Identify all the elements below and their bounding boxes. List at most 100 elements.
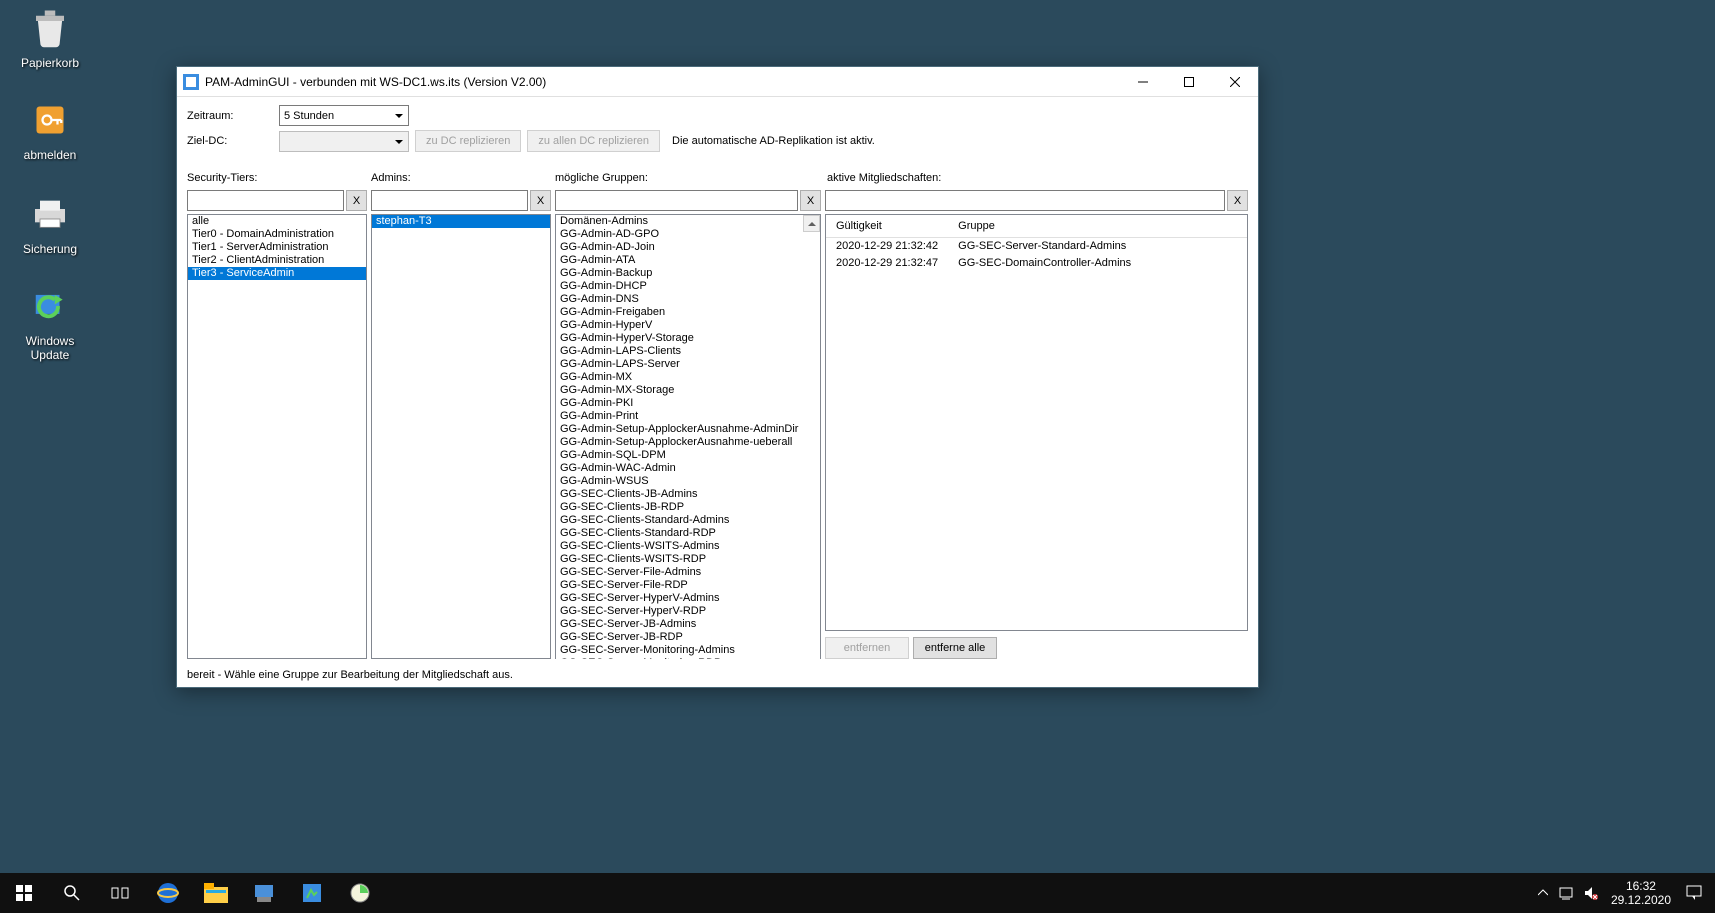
tray-volume-icon[interactable] — [1579, 873, 1603, 913]
active-header: aktive Mitgliedschaften: — [827, 172, 1248, 184]
list-item[interactable]: GG-Admin-WSUS — [556, 475, 803, 488]
active-column: X Gültigkeit Gruppe 2020-12-29 21:32:42G… — [825, 190, 1248, 659]
list-item[interactable]: GG-SEC-Server-JB-Admins — [556, 618, 803, 631]
list-item[interactable]: GG-Admin-DHCP — [556, 280, 803, 293]
desktop-icon-logout[interactable]: abmelden — [10, 96, 90, 162]
list-item[interactable]: GG-SEC-Clients-JB-RDP — [556, 501, 803, 514]
active-filter-clear[interactable]: X — [1227, 190, 1248, 211]
list-item[interactable]: GG-SEC-Clients-WSITS-RDP — [556, 553, 803, 566]
col-group[interactable]: Gruppe — [948, 215, 1247, 237]
table-row[interactable]: 2020-12-29 21:32:42GG-SEC-Server-Standar… — [826, 237, 1247, 254]
taskbar: 16:32 29.12.2020 — [0, 873, 1715, 913]
key-icon — [26, 96, 74, 144]
taskbar-app-explorer[interactable] — [192, 873, 240, 913]
desktop-icon-label: Papierkorb — [10, 56, 90, 70]
zeitraum-value: 5 Stunden — [284, 110, 334, 122]
replicate-all-dc-button: zu allen DC replizieren — [527, 130, 660, 152]
search-button[interactable] — [48, 873, 96, 913]
list-item[interactable]: GG-SEC-Clients-Standard-Admins — [556, 514, 803, 527]
scroll-up-button[interactable] — [803, 215, 820, 232]
tiers-column: X alleTier0 - DomainAdministrationTier1 … — [187, 190, 367, 659]
groups-listbox[interactable]: Domänen-AdminsGG-Admin-AD-GPOGG-Admin-AD… — [555, 214, 821, 659]
list-item[interactable]: alle — [188, 215, 366, 228]
taskbar-app-generic1[interactable] — [288, 873, 336, 913]
zieldc-label: Ziel-DC: — [187, 135, 273, 147]
list-item[interactable]: GG-SEC-Server-File-RDP — [556, 579, 803, 592]
list-item[interactable]: GG-Admin-AD-GPO — [556, 228, 803, 241]
list-item[interactable]: GG-Admin-LAPS-Server — [556, 358, 803, 371]
list-item[interactable]: GG-Admin-ATA — [556, 254, 803, 267]
list-item[interactable]: GG-Admin-MX — [556, 371, 803, 384]
list-item[interactable]: Tier2 - ClientAdministration — [188, 254, 366, 267]
recycle-bin-icon — [26, 4, 74, 52]
admins-filter-clear[interactable]: X — [530, 190, 551, 211]
desktop-icon-windows-update[interactable]: Windows Update — [10, 282, 90, 362]
task-view-button[interactable] — [96, 873, 144, 913]
minimize-button[interactable] — [1120, 67, 1166, 97]
list-item[interactable]: Tier3 - ServiceAdmin — [188, 267, 366, 280]
list-item[interactable]: GG-Admin-HyperV — [556, 319, 803, 332]
system-tray: 16:32 29.12.2020 — [1531, 873, 1715, 913]
list-item[interactable]: GG-SEC-Server-Monitoring-RDP — [556, 657, 803, 659]
remove-all-button[interactable]: entferne alle — [913, 637, 997, 659]
tiers-filter-input[interactable] — [187, 190, 344, 211]
list-item[interactable]: GG-Admin-WAC-Admin — [556, 462, 803, 475]
tray-clock[interactable]: 16:32 29.12.2020 — [1603, 879, 1679, 907]
list-item[interactable]: GG-Admin-Print — [556, 410, 803, 423]
groups-header: mögliche Gruppen: — [555, 172, 823, 184]
groups-filter-input[interactable] — [555, 190, 798, 211]
titlebar[interactable]: PAM-AdminGUI - verbunden mit WS-DC1.ws.i… — [177, 67, 1258, 97]
desktop-icon-recycle-bin[interactable]: Papierkorb — [10, 4, 90, 70]
cell-group: GG-SEC-DomainController-Admins — [948, 254, 1247, 271]
active-filter-input[interactable] — [825, 190, 1225, 211]
cell-validity: 2020-12-29 21:32:47 — [826, 254, 948, 271]
tray-network-icon[interactable] — [1555, 873, 1579, 913]
list-item[interactable]: GG-SEC-Server-File-Admins — [556, 566, 803, 579]
zeitraum-select[interactable]: 5 Stunden — [279, 105, 409, 126]
zieldc-select — [279, 131, 409, 152]
list-item[interactable]: GG-SEC-Clients-WSITS-Admins — [556, 540, 803, 553]
table-row[interactable]: 2020-12-29 21:32:47GG-SEC-DomainControll… — [826, 254, 1247, 271]
list-item[interactable]: GG-SEC-Clients-JB-Admins — [556, 488, 803, 501]
tiers-listbox[interactable]: alleTier0 - DomainAdministrationTier1 - … — [187, 214, 367, 659]
taskbar-app-server-manager[interactable] — [240, 873, 288, 913]
list-item[interactable]: Domänen-Admins — [556, 215, 803, 228]
admins-listbox[interactable]: stephan-T3 — [371, 214, 551, 659]
list-item[interactable]: GG-SEC-Server-JB-RDP — [556, 631, 803, 644]
list-item[interactable]: GG-Admin-PKI — [556, 397, 803, 410]
replicate-dc-button: zu DC replizieren — [415, 130, 521, 152]
list-item[interactable]: GG-Admin-Freigaben — [556, 306, 803, 319]
window-controls — [1120, 67, 1258, 97]
list-item[interactable]: GG-Admin-LAPS-Clients — [556, 345, 803, 358]
list-item[interactable]: GG-SEC-Server-Monitoring-Admins — [556, 644, 803, 657]
list-item[interactable]: Tier1 - ServerAdministration — [188, 241, 366, 254]
list-item[interactable]: GG-Admin-HyperV-Storage — [556, 332, 803, 345]
taskbar-app-ie[interactable] — [144, 873, 192, 913]
tray-time: 16:32 — [1611, 879, 1671, 893]
list-item[interactable]: Tier0 - DomainAdministration — [188, 228, 366, 241]
taskbar-app-generic2[interactable] — [336, 873, 384, 913]
list-item[interactable]: GG-SEC-Server-HyperV-RDP — [556, 605, 803, 618]
tray-action-center-icon[interactable] — [1679, 873, 1711, 913]
desktop-icon-backup[interactable]: Sicherung — [10, 190, 90, 256]
start-button[interactable] — [0, 873, 48, 913]
maximize-button[interactable] — [1166, 67, 1212, 97]
tray-chevron-icon[interactable] — [1531, 873, 1555, 913]
list-item[interactable]: GG-Admin-DNS — [556, 293, 803, 306]
list-item[interactable]: GG-Admin-Setup-ApplockerAusnahme-AdminDi… — [556, 423, 803, 436]
list-item[interactable]: GG-Admin-Backup — [556, 267, 803, 280]
groups-filter-clear[interactable]: X — [800, 190, 821, 211]
list-item[interactable]: GG-Admin-SQL-DPM — [556, 449, 803, 462]
columns: X alleTier0 - DomainAdministrationTier1 … — [187, 190, 1248, 659]
admins-filter-input[interactable] — [371, 190, 528, 211]
tiers-filter-clear[interactable]: X — [346, 190, 367, 211]
col-validity[interactable]: Gültigkeit — [826, 215, 948, 237]
active-memberships-grid[interactable]: Gültigkeit Gruppe 2020-12-29 21:32:42GG-… — [825, 214, 1248, 631]
close-button[interactable] — [1212, 67, 1258, 97]
list-item[interactable]: GG-Admin-AD-Join — [556, 241, 803, 254]
list-item[interactable]: stephan-T3 — [372, 215, 550, 228]
list-item[interactable]: GG-SEC-Clients-Standard-RDP — [556, 527, 803, 540]
list-item[interactable]: GG-Admin-Setup-ApplockerAusnahme-ueberal… — [556, 436, 803, 449]
list-item[interactable]: GG-Admin-MX-Storage — [556, 384, 803, 397]
list-item[interactable]: GG-SEC-Server-HyperV-Admins — [556, 592, 803, 605]
